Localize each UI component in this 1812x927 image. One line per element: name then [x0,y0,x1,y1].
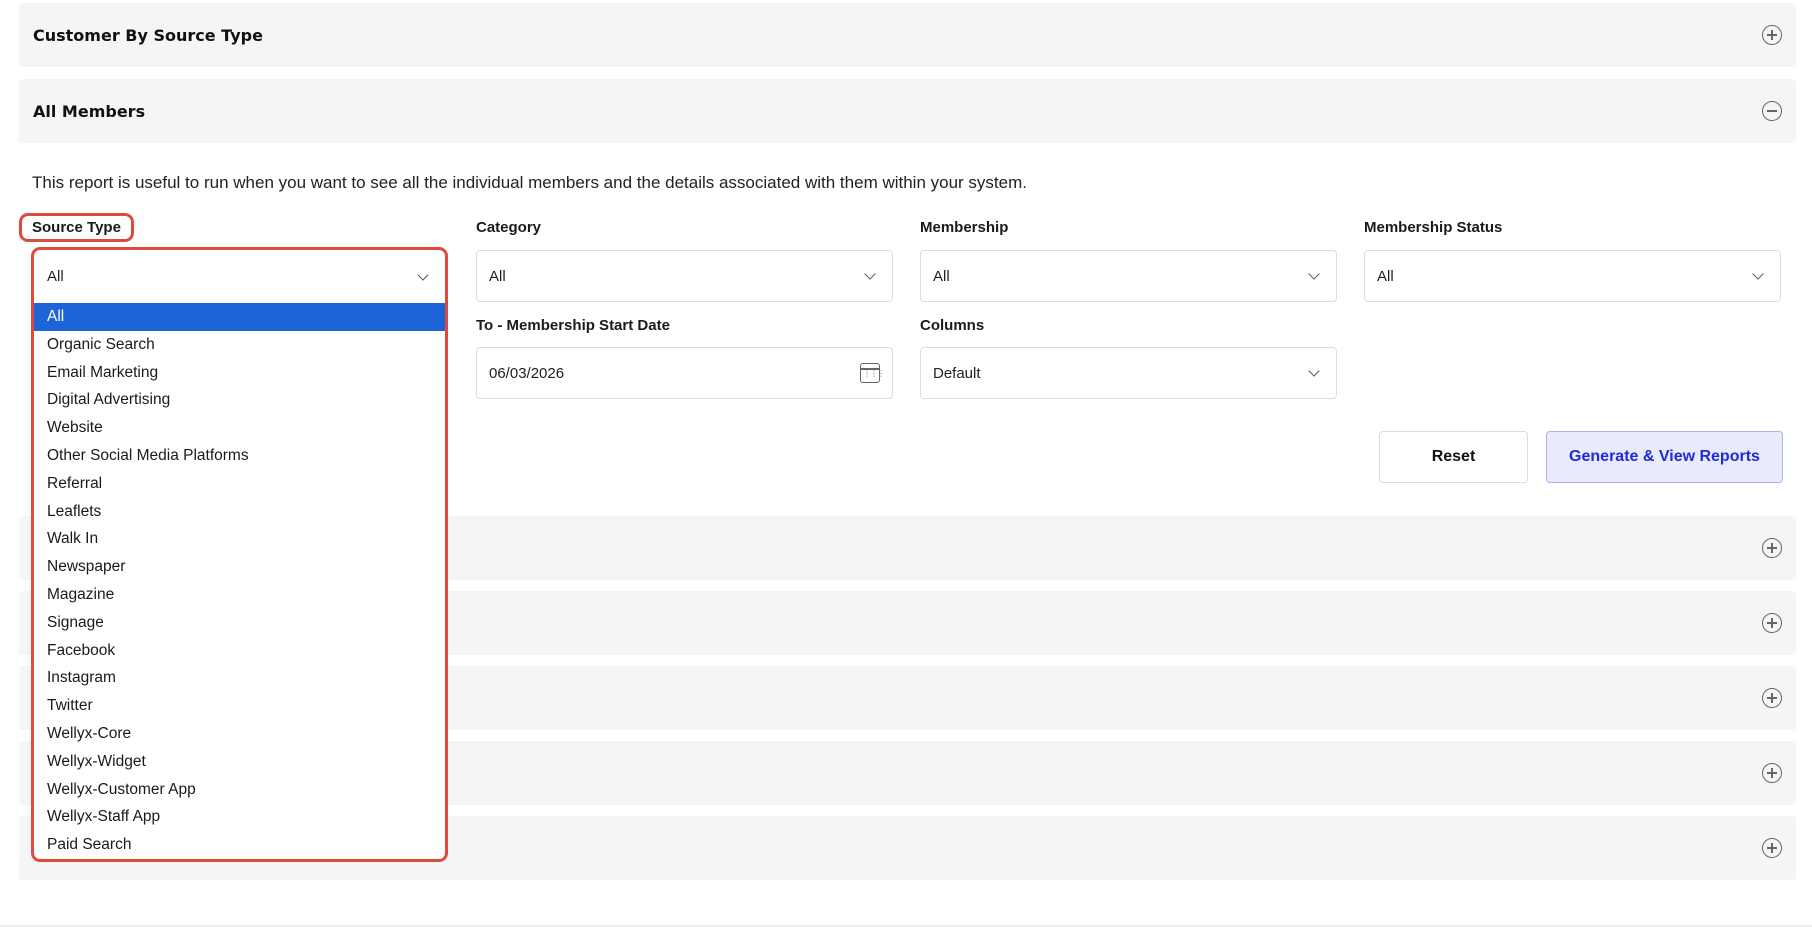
source-type-dropdown[interactable]: All All Organic Search Email Marketing Digi… [31,247,448,862]
source-type-option[interactable]: Wellyx-Customer App [34,776,445,804]
to-membership-start-date-label: To - Membership Start Date [476,317,670,334]
source-type-option[interactable]: Email Marketing [34,359,445,387]
date-value: 06/03/2026 [489,364,565,382]
source-type-option[interactable]: Wellyx-Widget [34,748,445,776]
source-type-option[interactable]: Magazine [34,581,445,609]
chevron-down-icon [1752,268,1764,280]
membership-status-select[interactable]: All [1364,250,1781,302]
source-type-label-highlight [19,213,134,242]
columns-select[interactable]: Default [920,347,1337,399]
category-label: Category [476,219,542,236]
source-type-option[interactable]: Newspaper [34,553,445,581]
panel-title: Customer By Source Type [33,25,263,45]
to-membership-start-date-input[interactable]: 06/03/2026 [476,347,893,399]
source-type-option[interactable]: Wellyx-Staff App [34,803,445,831]
chevron-down-icon [864,268,876,280]
category-value: All [489,267,506,285]
source-type-option[interactable]: Website [34,414,445,442]
chevron-down-icon [417,268,429,281]
columns-value: Default [933,364,981,382]
source-type-option[interactable]: Instagram [34,664,445,692]
source-type-options: All Organic Search Email Marketing Digital … [34,303,445,859]
expand-icon[interactable] [1762,763,1782,783]
page-frame: Customer By Source Type All Members This… [0,0,1812,927]
source-type-option[interactable]: Organic Search [34,331,445,359]
source-type-option[interactable]: Referral [34,470,445,498]
source-type-select[interactable]: All [34,250,445,303]
chevron-down-icon [1308,268,1320,280]
chevron-down-icon [1308,365,1320,377]
source-type-option[interactable]: Digital Advertising [34,386,445,414]
expand-icon[interactable] [1762,538,1782,558]
source-type-option[interactable]: Twitter [34,692,445,720]
report-description: This report is useful to run when you wa… [32,173,1027,192]
expand-icon[interactable] [1762,25,1782,45]
calendar-icon[interactable] [860,363,884,383]
membership-value: All [933,267,950,285]
membership-label: Membership [920,219,1009,236]
collapse-icon[interactable] [1762,101,1782,121]
expand-icon[interactable] [1762,613,1782,633]
source-type-option[interactable]: Walk In [34,525,445,553]
panel-customer-by-source-type[interactable]: Customer By Source Type [19,3,1796,67]
source-type-option[interactable]: All [34,303,445,331]
expand-icon[interactable] [1762,688,1782,708]
source-type-option[interactable]: Other Social Media Platforms [34,442,445,470]
category-select[interactable]: All [476,250,893,302]
reset-button[interactable]: Reset [1379,431,1528,483]
panel-all-members[interactable]: All Members [19,79,1796,143]
source-type-option[interactable]: Facebook [34,637,445,665]
membership-status-label: Membership Status [1364,219,1503,236]
source-type-option[interactable]: Wellyx-Core [34,720,445,748]
source-type-option[interactable]: Leaflets [34,498,445,526]
columns-label: Columns [920,317,985,334]
source-type-option[interactable]: Paid Search [34,831,445,859]
generate-view-reports-button[interactable]: Generate & View Reports [1546,431,1783,483]
membership-status-value: All [1377,267,1394,285]
source-type-option[interactable]: Signage [34,609,445,637]
membership-select[interactable]: All [920,250,1337,302]
panel-title: All Members [33,101,146,121]
expand-icon[interactable] [1762,838,1782,858]
source-type-value: All [47,268,64,285]
